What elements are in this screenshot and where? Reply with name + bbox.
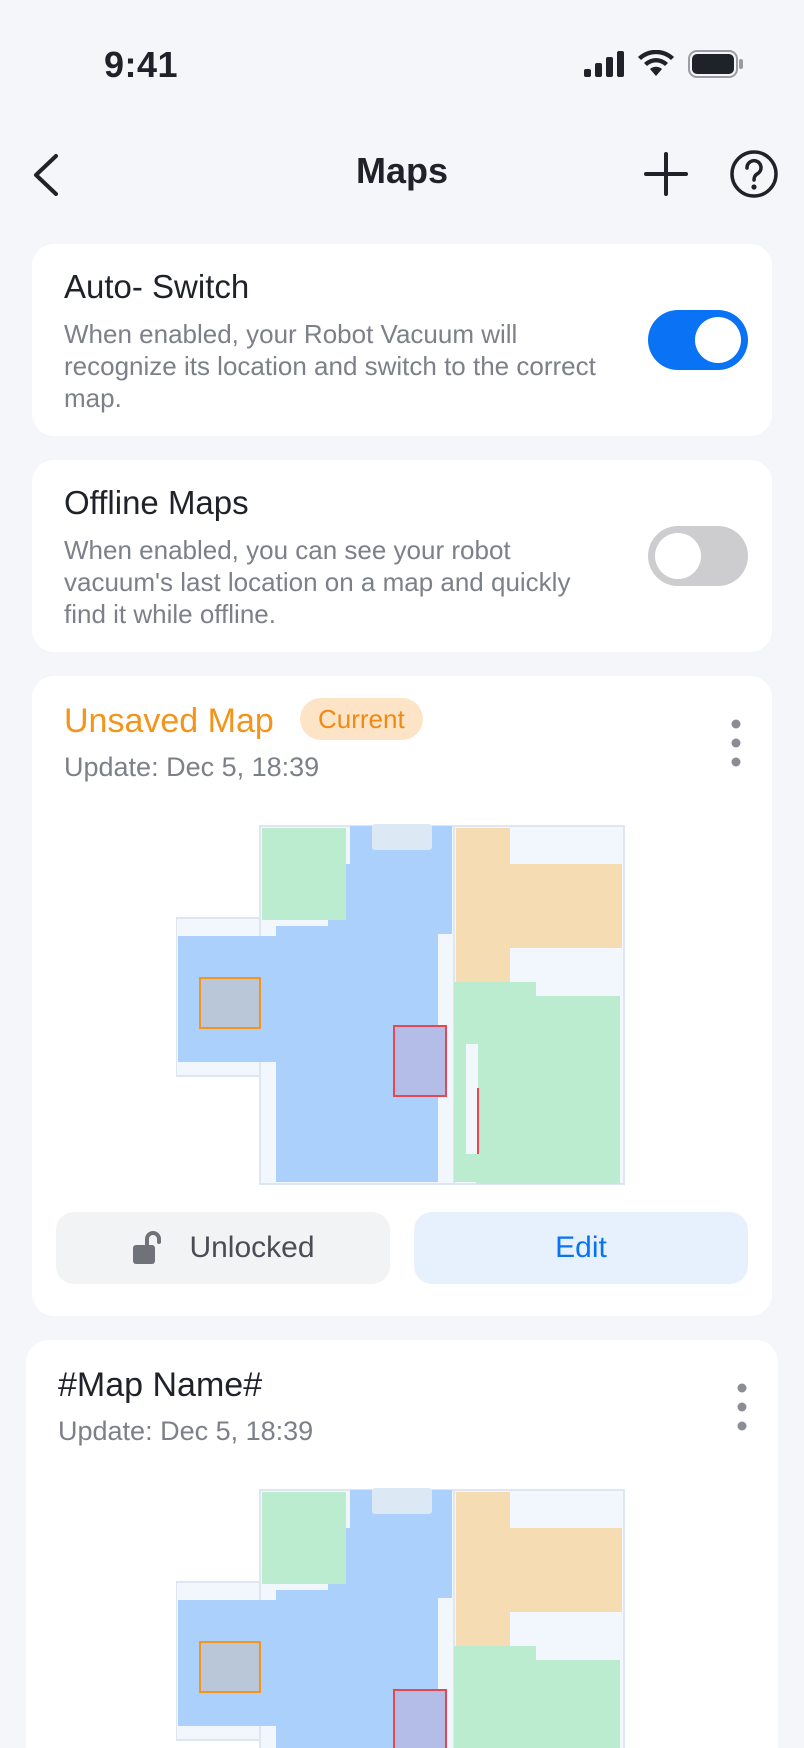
auto-switch-toggle[interactable] bbox=[648, 310, 748, 370]
offline-maps-description: When enabled, you can see your robot vac… bbox=[64, 535, 571, 629]
status-time: 9:41 bbox=[104, 44, 179, 85]
edit-map-button[interactable]: Edit bbox=[414, 1212, 748, 1284]
map-update-time: Update: Dec 5, 18:39 bbox=[58, 1416, 314, 1446]
map-name: Unsaved Map bbox=[64, 702, 274, 740]
status-icons bbox=[584, 50, 744, 78]
add-map-button[interactable] bbox=[642, 150, 690, 198]
help-icon bbox=[730, 150, 778, 198]
auto-switch-description: When enabled, your Robot Vacuum will rec… bbox=[64, 319, 596, 413]
floor-map[interactable] bbox=[176, 824, 628, 1188]
offline-maps-card: Offline Maps When enabled, you can see y… bbox=[32, 460, 772, 652]
auto-switch-title: Auto- Switch bbox=[64, 268, 250, 305]
map-card-current[interactable]: Unsaved Map Current Update: Dec 5, 18:39… bbox=[32, 676, 772, 1316]
toggle-knob bbox=[655, 533, 701, 579]
offline-maps-title: Offline Maps bbox=[64, 484, 249, 521]
wifi-icon bbox=[638, 50, 674, 76]
plus-icon bbox=[644, 152, 688, 196]
more-vertical-icon[interactable] bbox=[732, 1382, 752, 1432]
status-bar: 9:41 bbox=[0, 0, 804, 130]
help-button[interactable] bbox=[728, 148, 780, 200]
floor-map[interactable] bbox=[176, 1488, 628, 1748]
auto-switch-card: Auto- Switch When enabled, your Robot Va… bbox=[32, 244, 772, 436]
current-badge: Current bbox=[300, 698, 423, 740]
unlock-icon bbox=[133, 1231, 162, 1264]
map-update-time: Update: Dec 5, 18:39 bbox=[64, 752, 320, 782]
toggle-knob bbox=[695, 317, 741, 363]
offline-maps-toggle[interactable] bbox=[648, 526, 748, 586]
edit-label: Edit bbox=[555, 1231, 607, 1264]
lock-label: Unlocked bbox=[189, 1231, 315, 1264]
map-card-saved[interactable]: #Map Name# Update: Dec 5, 18:39 bbox=[26, 1340, 778, 1748]
map-name: #Map Name# bbox=[58, 1366, 263, 1404]
more-vertical-icon[interactable] bbox=[726, 718, 746, 768]
battery-icon bbox=[688, 50, 743, 78]
cellular-signal-icon bbox=[584, 51, 624, 77]
nav-bar: Maps bbox=[0, 130, 804, 210]
lock-toggle-button[interactable]: Unlocked bbox=[56, 1212, 390, 1284]
